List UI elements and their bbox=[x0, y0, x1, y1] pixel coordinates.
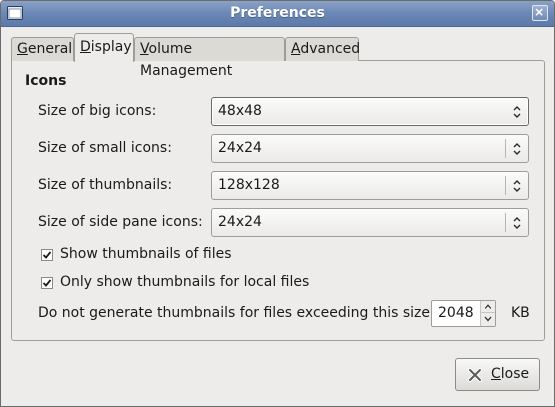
thumbnails-size-label: Size of thumbnails: bbox=[38, 177, 173, 193]
icons-section-title: Icons bbox=[25, 73, 67, 89]
tab-general-mnemonic: G bbox=[17, 41, 28, 57]
preferences-window: Preferences General Display Volume Manag… bbox=[0, 0, 555, 407]
tab-advanced-mnemonic: A bbox=[291, 41, 301, 57]
combo-arrows-icon bbox=[513, 217, 521, 229]
side-pane-icons-label: Size of side pane icons: bbox=[38, 214, 203, 230]
big-icons-label: Size of big icons: bbox=[38, 103, 157, 119]
tab-volume-management-label: olume Management bbox=[140, 41, 233, 79]
small-icons-value: 24x24 bbox=[218, 140, 262, 156]
show-thumbnails-checkbox[interactable] bbox=[41, 249, 53, 261]
combo-arrows-icon bbox=[513, 180, 521, 192]
window-title: Preferences bbox=[230, 5, 325, 21]
threshold-label: Do not generate thumbnails for files exc… bbox=[38, 305, 435, 321]
show-thumbnails-label[interactable]: Show thumbnails of files bbox=[60, 246, 232, 262]
combo-arrows-icon bbox=[513, 106, 521, 118]
side-pane-icons-value: 24x24 bbox=[218, 214, 262, 230]
threshold-value: 2048 bbox=[438, 305, 474, 321]
side-pane-icons-combo[interactable]: 24x24 bbox=[211, 208, 529, 237]
combo-arrows-icon bbox=[513, 143, 521, 155]
close-button[interactable]: Close bbox=[455, 358, 540, 391]
tab-display[interactable]: Display bbox=[74, 33, 134, 62]
combo-separator bbox=[505, 213, 506, 232]
local-thumbnails-checkbox[interactable] bbox=[41, 277, 53, 289]
thumbnails-size-combo[interactable]: 128x128 bbox=[211, 171, 529, 200]
tab-volume-management[interactable]: Volume Management bbox=[134, 37, 285, 79]
combo-separator bbox=[505, 176, 506, 195]
spin-up-icon[interactable] bbox=[481, 301, 495, 313]
tab-general-label: eneral bbox=[27, 41, 73, 57]
title-bar[interactable]: Preferences bbox=[1, 1, 554, 27]
threshold-unit: KB bbox=[511, 305, 530, 321]
tab-display-mnemonic: D bbox=[80, 39, 91, 55]
tab-advanced-label: dvanced bbox=[300, 41, 361, 57]
big-icons-value: 48x48 bbox=[218, 103, 262, 119]
close-x-icon bbox=[468, 368, 482, 382]
close-button-mnemonic: C bbox=[491, 366, 501, 382]
combo-separator bbox=[505, 139, 506, 158]
small-icons-combo[interactable]: 24x24 bbox=[211, 134, 529, 163]
close-button-label: Close bbox=[491, 366, 529, 382]
spin-buttons bbox=[480, 301, 495, 326]
close-button-label-rest: lose bbox=[500, 366, 530, 382]
spin-down-icon[interactable] bbox=[481, 313, 495, 325]
tab-general[interactable]: General bbox=[11, 37, 74, 61]
big-icons-combo[interactable]: 48x48 bbox=[211, 97, 529, 126]
thumbnails-size-value: 128x128 bbox=[218, 177, 280, 193]
tab-advanced[interactable]: Advanced bbox=[285, 37, 361, 61]
tab-volume-management-mnemonic: V bbox=[140, 41, 149, 57]
threshold-spinbox[interactable]: 2048 bbox=[431, 300, 496, 327]
local-thumbnails-label[interactable]: Only show thumbnails for local files bbox=[60, 274, 309, 290]
tab-display-label: isplay bbox=[90, 39, 132, 55]
close-icon[interactable] bbox=[532, 5, 548, 21]
small-icons-label: Size of small icons: bbox=[38, 140, 172, 156]
